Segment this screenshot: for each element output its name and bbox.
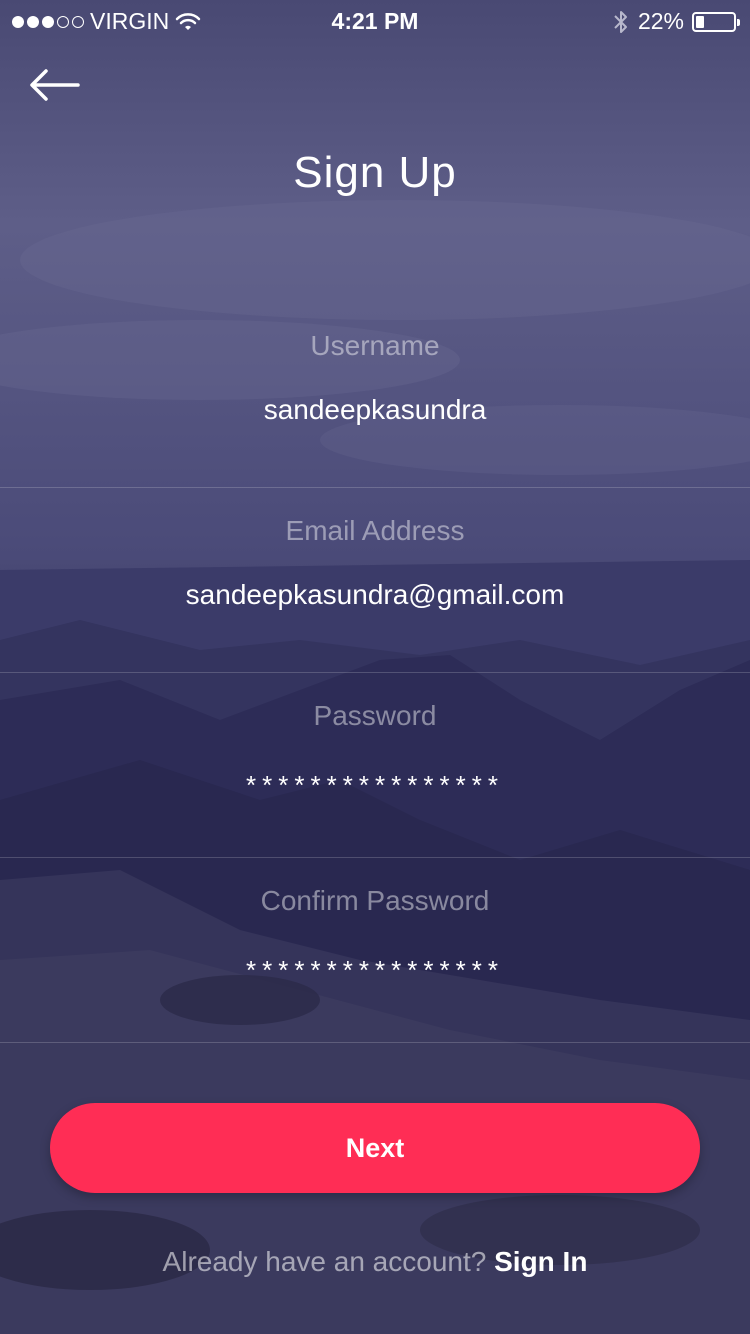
bluetooth-icon — [614, 10, 627, 33]
status-bar: VIRGIN 4:21 PM 22% — [0, 0, 750, 40]
confirm-password-value[interactable]: **************** — [0, 955, 750, 986]
password-label: Password — [313, 700, 437, 731]
password-value[interactable]: **************** — [0, 770, 750, 801]
battery-icon — [692, 11, 740, 32]
password-field[interactable]: Password **************** — [0, 672, 750, 858]
back-button[interactable] — [28, 66, 82, 106]
next-button[interactable]: Next — [50, 1103, 700, 1193]
page-title: Sign Up — [293, 148, 457, 197]
sign-in-link[interactable]: Sign In — [494, 1246, 587, 1277]
back-arrow-icon — [30, 69, 80, 101]
confirm-password-label: Confirm Password — [260, 885, 490, 916]
email-field[interactable]: Email Address sandeepkasundra@gmail.com — [0, 487, 750, 673]
email-value[interactable]: sandeepkasundra@gmail.com — [0, 579, 750, 611]
email-label: Email Address — [285, 515, 465, 546]
username-label: Username — [310, 330, 440, 361]
sign-up-screen: VIRGIN 4:21 PM 22% Sign Up Username sand… — [0, 0, 750, 1334]
signin-prompt: Already have an account? Sign In — [0, 1246, 750, 1278]
signin-prompt-text: Already have an account? — [162, 1246, 495, 1277]
status-right: 22% — [612, 8, 740, 35]
battery-percentage: 22% — [637, 8, 684, 34]
username-field[interactable]: Username sandeepkasundra — [0, 302, 750, 488]
username-value[interactable]: sandeepkasundra — [0, 394, 750, 426]
confirm-password-field[interactable]: Confirm Password **************** — [0, 857, 750, 1043]
